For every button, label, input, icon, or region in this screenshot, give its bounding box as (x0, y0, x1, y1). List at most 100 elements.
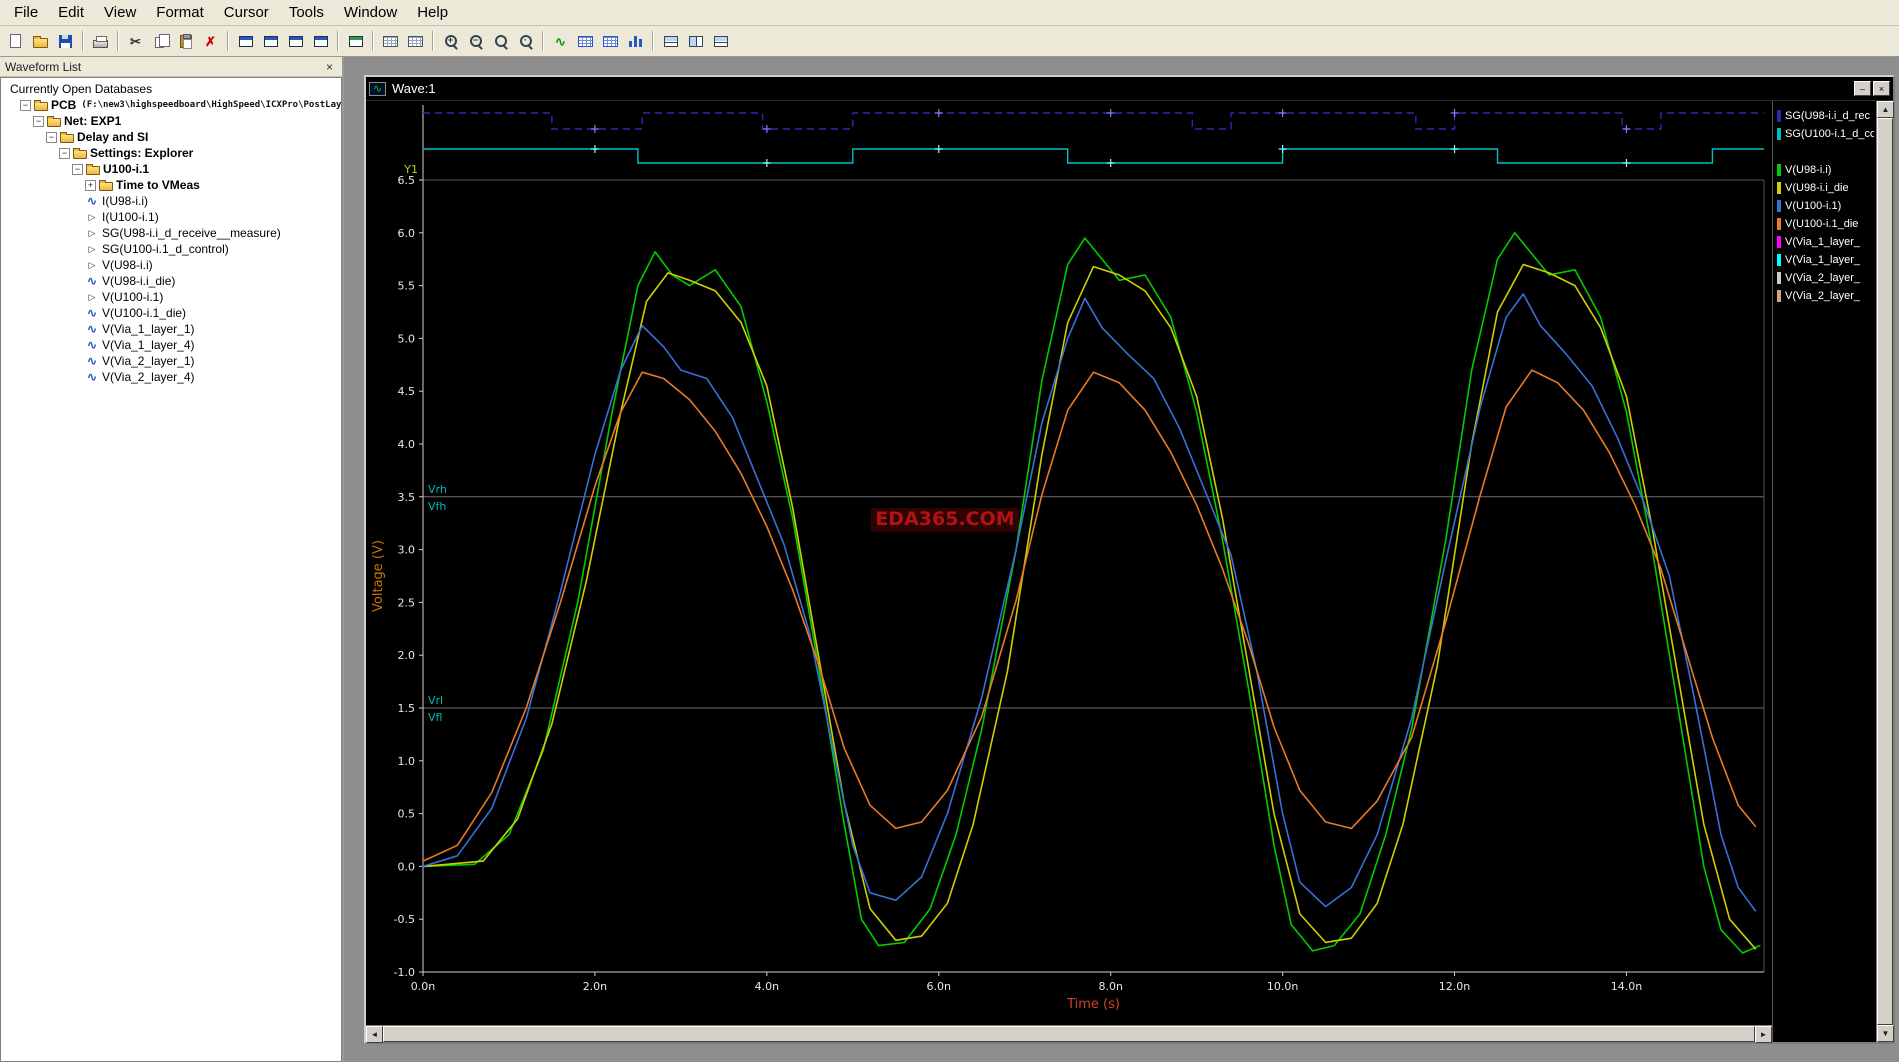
legend-label: V(Via_2_layer_ (1785, 290, 1861, 302)
tree-expander[interactable]: − (72, 163, 83, 175)
tree-item[interactable]: ∿ V(Via_1_layer_1) (1, 321, 341, 337)
legend-item[interactable]: SG(U100-i.1_d_co (1777, 125, 1874, 143)
tile-vertical-button[interactable] (308, 29, 333, 53)
scroll-left-arrow[interactable]: ◄ (366, 1026, 383, 1043)
legend-label: V(Via_1_layer_ (1785, 254, 1861, 266)
split-view-button[interactable] (708, 29, 733, 53)
tree-item[interactable]: ▷ SG(U100-i.1_d_control) (1, 241, 341, 257)
tree-item[interactable]: ∿ V(Via_1_layer_4) (1, 337, 341, 353)
vertical-scroll-thumb[interactable] (1877, 118, 1893, 1025)
scroll-right-arrow[interactable]: ► (1755, 1026, 1772, 1043)
open-button[interactable] (28, 29, 53, 53)
vertical-scrollbar[interactable]: ▲ ▼ (1876, 101, 1894, 1042)
wave-window-titlebar[interactable]: ∿ Wave:1 – × (366, 77, 1893, 101)
folder-icon (34, 99, 48, 111)
zoom-glyph: + (447, 34, 454, 45)
save-button[interactable] (53, 29, 78, 53)
legend-item[interactable]: SG(U98-i.i_d_rec (1777, 107, 1874, 125)
legend-item[interactable]: V(Via_1_layer_ (1777, 233, 1874, 251)
tree-item[interactable]: − PCB (F:\new3\highspeedboard\HighSpeed\IC… (1, 97, 341, 113)
legend-item[interactable]: V(Via_2_layer_ (1777, 269, 1874, 287)
tree-item[interactable]: + Time to VMeas (1, 177, 341, 193)
waveform-plot[interactable]: 6.56.05.55.04.54.03.53.02.52.01.51.00.50… (366, 101, 1772, 1025)
waveform-tree: Currently Open Databases − PCB (F:\new3\hig… (0, 77, 342, 1062)
tree-item[interactable]: ∿ V(U100-i.1_die) (1, 305, 341, 321)
legend-item[interactable]: V(U100-i.1_die (1777, 215, 1874, 233)
legend-item[interactable]: V(U98-i.i) (1777, 161, 1874, 179)
cascade-windows-button[interactable] (258, 29, 283, 53)
zoom-window-button[interactable]: · (513, 29, 538, 53)
minimize-button[interactable]: – (1854, 81, 1871, 96)
scroll-down-arrow[interactable]: ▼ (1877, 1025, 1894, 1042)
table-button[interactable] (573, 29, 598, 53)
copy-button[interactable] (148, 29, 173, 53)
tree-expander[interactable]: − (33, 115, 44, 127)
zoom-in-button[interactable]: + (438, 29, 463, 53)
tree-item[interactable]: ∿ V(U98-i.i_die) (1, 273, 341, 289)
menu-item-format[interactable]: Format (146, 1, 214, 24)
grid-button[interactable] (378, 29, 403, 53)
tree-expander[interactable]: − (46, 131, 57, 143)
print-icon (93, 36, 108, 48)
tree-item[interactable]: − Net: EXP1 (1, 113, 341, 129)
tile-plots-button[interactable] (683, 29, 708, 53)
tree-item[interactable]: ∿ V(Via_2_layer_1) (1, 353, 341, 369)
toolbar-separator (227, 31, 229, 51)
menu-item-help[interactable]: Help (407, 1, 458, 24)
legend-item[interactable]: V(U98-i.i_die (1777, 179, 1874, 197)
spreadsheet-button[interactable] (598, 29, 623, 53)
tree-item[interactable]: ▷ SG(U98-i.i_d_receive__measure) (1, 225, 341, 241)
delete-button[interactable]: ✗ (198, 29, 223, 53)
measure-button[interactable]: ∿ (548, 29, 573, 53)
new-window-button[interactable] (233, 29, 258, 53)
legend-item[interactable]: V(Via_1_layer_ (1777, 251, 1874, 269)
horizontal-scrollbar[interactable]: ◄ ► (366, 1025, 1772, 1043)
histogram-button[interactable] (623, 29, 648, 53)
zoom-full-button[interactable] (488, 29, 513, 53)
digital-trace[interactable] (423, 112, 1764, 130)
legend-item[interactable]: V(U100-i.1) (1777, 197, 1874, 215)
analog-trace[interactable] (422, 232, 1761, 954)
plot-area[interactable]: 6.5 6.0 5.5 5.0 4.5 4.0 3.5 3.0 2.5 2.0 1.5 1.0 0.5 0… (366, 101, 1772, 1025)
tree-item[interactable]: − U100-i.1 (1, 161, 341, 177)
tree-expander[interactable]: − (59, 147, 70, 159)
tree-item[interactable]: Currently Open Databases (1, 81, 341, 97)
menu-item-cursor[interactable]: Cursor (214, 1, 279, 24)
waveform-icon: ∿ (86, 322, 98, 336)
add-plot-button[interactable] (343, 29, 368, 53)
new-button[interactable] (3, 29, 28, 53)
digital-trace[interactable] (423, 148, 1764, 164)
analog-trace[interactable] (422, 369, 1757, 862)
tree-item[interactable]: − Delay and SI (1, 129, 341, 145)
tree-item-label: Currently Open Databases (10, 82, 153, 96)
datasheet-button[interactable] (403, 29, 428, 53)
tree-item[interactable]: ▷ I(U100-i.1) (1, 209, 341, 225)
stack-plots-button[interactable] (658, 29, 683, 53)
print-button[interactable] (88, 29, 113, 53)
tree-item[interactable]: ▷ V(U98-i.i) (1, 257, 341, 273)
scroll-up-arrow[interactable]: ▲ (1877, 101, 1894, 118)
split-view-icon (713, 35, 728, 47)
horizontal-scroll-thumb[interactable] (383, 1026, 1755, 1042)
close-window-button[interactable]: × (1873, 81, 1890, 96)
legend-item[interactable]: V(Via_2_layer_ (1777, 287, 1874, 305)
tree-item[interactable]: ∿ I(U98-i.i) (1, 193, 341, 209)
cut-button[interactable]: ✂ (123, 29, 148, 53)
menu-item-view[interactable]: View (94, 1, 146, 24)
paste-button[interactable] (173, 29, 198, 53)
tree-expander[interactable]: + (85, 179, 96, 191)
toolbar-separator (82, 31, 84, 51)
panel-close-button[interactable]: × (322, 59, 337, 74)
menu-item-file[interactable]: File (4, 1, 48, 24)
tile-horizontal-button[interactable] (283, 29, 308, 53)
tree-item[interactable]: − Settings: Explorer (1, 145, 341, 161)
waveform-icon: ∿ (86, 194, 98, 208)
analog-trace[interactable] (422, 293, 1757, 912)
menu-item-tools[interactable]: Tools (279, 1, 334, 24)
menu-item-window[interactable]: Window (334, 1, 407, 24)
zoom-out-button[interactable]: − (463, 29, 488, 53)
tree-expander[interactable]: − (20, 99, 31, 111)
tree-item[interactable]: ∿ V(Via_2_layer_4) (1, 369, 341, 385)
menu-item-edit[interactable]: Edit (48, 1, 94, 24)
tree-item[interactable]: ▷ V(U100-i.1) (1, 289, 341, 305)
